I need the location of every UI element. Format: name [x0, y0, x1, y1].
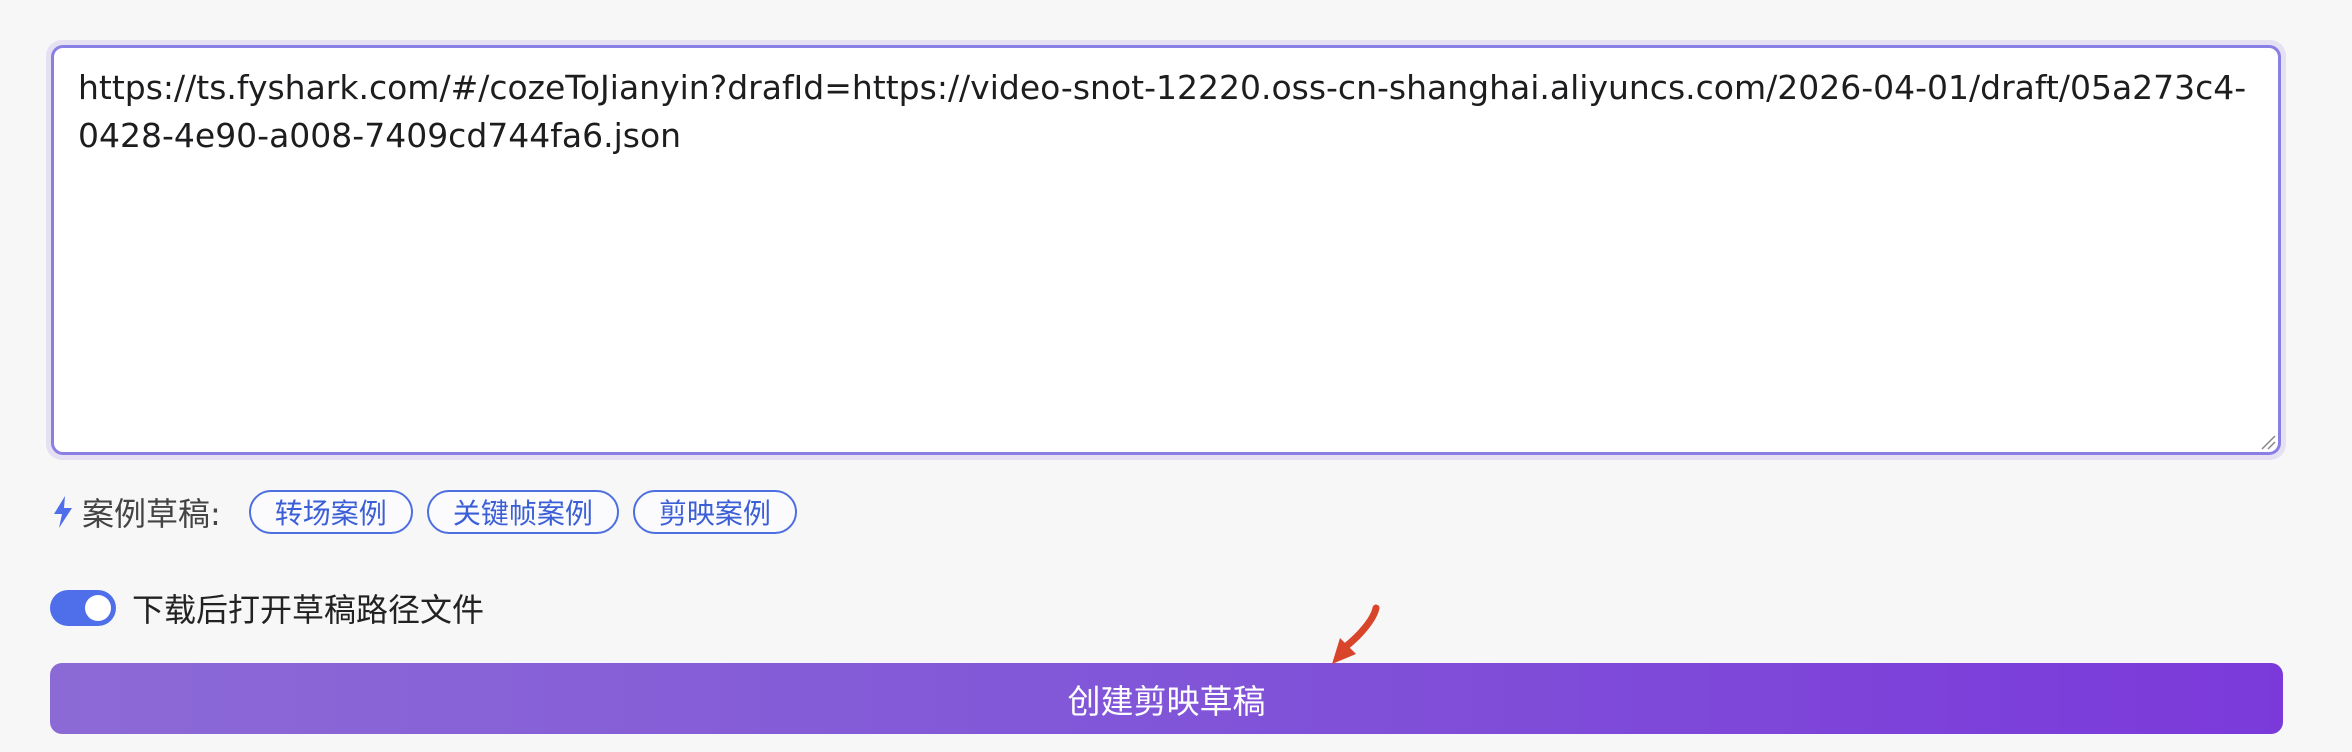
toggle-knob — [85, 595, 111, 621]
chip-transition-sample[interactable]: 转场案例 — [248, 490, 413, 534]
open-path-toggle-label: 下载后打开草稿路径文件 — [132, 591, 485, 629]
page: https://ts.fyshark.com/#/cozeToJianyin?d… — [0, 0, 2352, 752]
sample-drafts-row: 案例草稿: 转场案例 关键帧案例 剪映案例 — [52, 488, 811, 536]
resize-grip-icon[interactable] — [2258, 432, 2276, 450]
chip-jianying-sample[interactable]: 剪映案例 — [632, 490, 797, 534]
create-draft-button-label: 创建剪映草稿 — [1067, 681, 1266, 721]
open-path-toggle[interactable] — [50, 590, 116, 626]
annotation-arrow-icon — [1332, 604, 1380, 664]
draft-url-input-focus-ring: https://ts.fyshark.com/#/cozeToJianyin?d… — [46, 40, 2286, 460]
create-draft-button[interactable]: 创建剪映草稿 — [50, 663, 2283, 734]
open-path-toggle-row: 下载后打开草稿路径文件 — [50, 584, 484, 632]
draft-url-textarea[interactable]: https://ts.fyshark.com/#/cozeToJianyin?d… — [51, 45, 2281, 455]
chip-keyframe-sample[interactable]: 关键帧案例 — [426, 490, 619, 534]
sample-drafts-label: 案例草稿: — [82, 495, 221, 533]
bolt-icon — [54, 496, 72, 528]
